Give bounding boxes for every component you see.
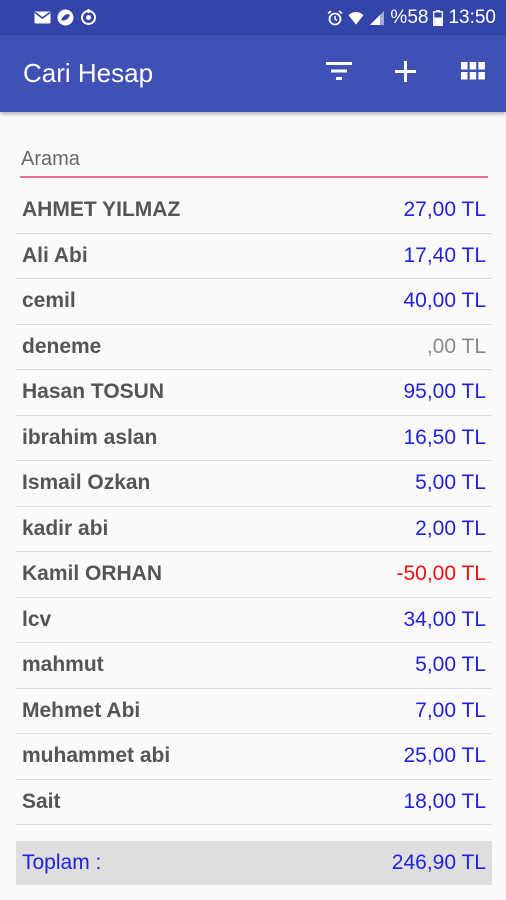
alarm-icon [327, 9, 343, 26]
list-item[interactable]: Ismail Ozkan 5,00 TL [16, 461, 492, 507]
status-left-icons [34, 9, 97, 26]
account-balance: 95,00 TL [403, 380, 486, 404]
battery-icon [433, 9, 444, 26]
account-balance: 18,00 TL [403, 789, 486, 813]
filter-icon [326, 62, 352, 85]
add-button[interactable] [377, 35, 433, 112]
account-name: Kamil ORHAN [22, 562, 163, 586]
account-balance: 5,00 TL [415, 471, 486, 495]
list-item[interactable]: Ali Abi 17,40 TL [16, 234, 492, 279]
account-name: Ali Abi [22, 243, 88, 267]
status-bar: %58 13:50 [0, 0, 506, 35]
account-name: Ismail Ozkan [22, 471, 151, 495]
plus-icon [394, 60, 416, 87]
list-item[interactable]: Kamil ORHAN -50,00 TL [16, 552, 492, 598]
account-name: ibrahim aslan [22, 425, 158, 449]
account-balance: -50,00 TL [396, 562, 486, 586]
app-notification-icon [57, 9, 74, 26]
account-balance: 34,00 TL [403, 607, 486, 631]
signal-icon [369, 10, 385, 26]
list-item[interactable]: lcv 34,00 TL [16, 598, 492, 643]
account-name: mahmut [22, 653, 104, 677]
account-balance: 17,40 TL [403, 243, 486, 267]
filter-button[interactable] [311, 35, 367, 112]
clock: 13:50 [448, 6, 496, 28]
list-item[interactable]: kadir abi 2,00 TL [16, 507, 492, 552]
status-right: %58 13:50 [327, 7, 496, 29]
search-container [20, 142, 488, 178]
list-item[interactable]: deneme ,00 TL [16, 325, 492, 370]
account-name: kadir abi [22, 516, 109, 540]
account-list: AHMET YILMAZ 27,00 TL Ali Abi 17,40 TL cemil… [16, 188, 492, 825]
account-balance: ,00 TL [426, 334, 486, 358]
list-item[interactable]: Hasan TOSUN 95,00 TL [16, 370, 492, 416]
app-title: Cari Hesap [23, 58, 154, 88]
account-name: AHMET YILMAZ [22, 198, 181, 222]
account-balance: 27,00 TL [403, 198, 486, 222]
account-name: Sait [22, 789, 61, 813]
list-item[interactable]: AHMET YILMAZ 27,00 TL [16, 188, 492, 234]
total-amount: 246,90 TL [391, 851, 486, 874]
list-item[interactable]: cemil 40,00 TL [16, 279, 492, 325]
total-row: Toplam : 246,90 TL [16, 841, 492, 885]
account-balance: 25,00 TL [403, 744, 486, 768]
list-item[interactable]: Sait 18,00 TL [16, 780, 492, 825]
list-item[interactable]: muhammet abi 25,00 TL [16, 734, 492, 780]
grid-icon [461, 62, 485, 85]
account-balance: 7,00 TL [415, 698, 486, 722]
search-input[interactable] [20, 142, 488, 178]
total-label: Toplam : [22, 851, 102, 874]
account-balance: 5,00 TL [415, 653, 486, 677]
wifi-icon [348, 10, 364, 26]
sync-icon [80, 9, 97, 26]
app-bar: Cari Hesap [0, 35, 506, 112]
list-item[interactable]: ibrahim aslan 16,50 TL [16, 416, 492, 461]
account-balance: 16,50 TL [403, 425, 486, 449]
account-name: cemil [22, 289, 76, 313]
list-item[interactable]: mahmut 5,00 TL [16, 643, 492, 689]
list-item[interactable]: Mehmet Abi 7,00 TL [16, 689, 492, 734]
account-name: deneme [22, 334, 102, 358]
account-name: lcv [22, 607, 52, 631]
account-balance: 2,00 TL [415, 516, 486, 540]
grid-button[interactable] [445, 35, 501, 112]
account-name: muhammet abi [22, 744, 171, 768]
battery-percent: %58 [390, 6, 429, 28]
account-balance: 40,00 TL [403, 289, 486, 313]
account-name: Hasan TOSUN [22, 380, 164, 404]
account-name: Mehmet Abi [22, 698, 141, 722]
mail-icon [34, 9, 51, 26]
